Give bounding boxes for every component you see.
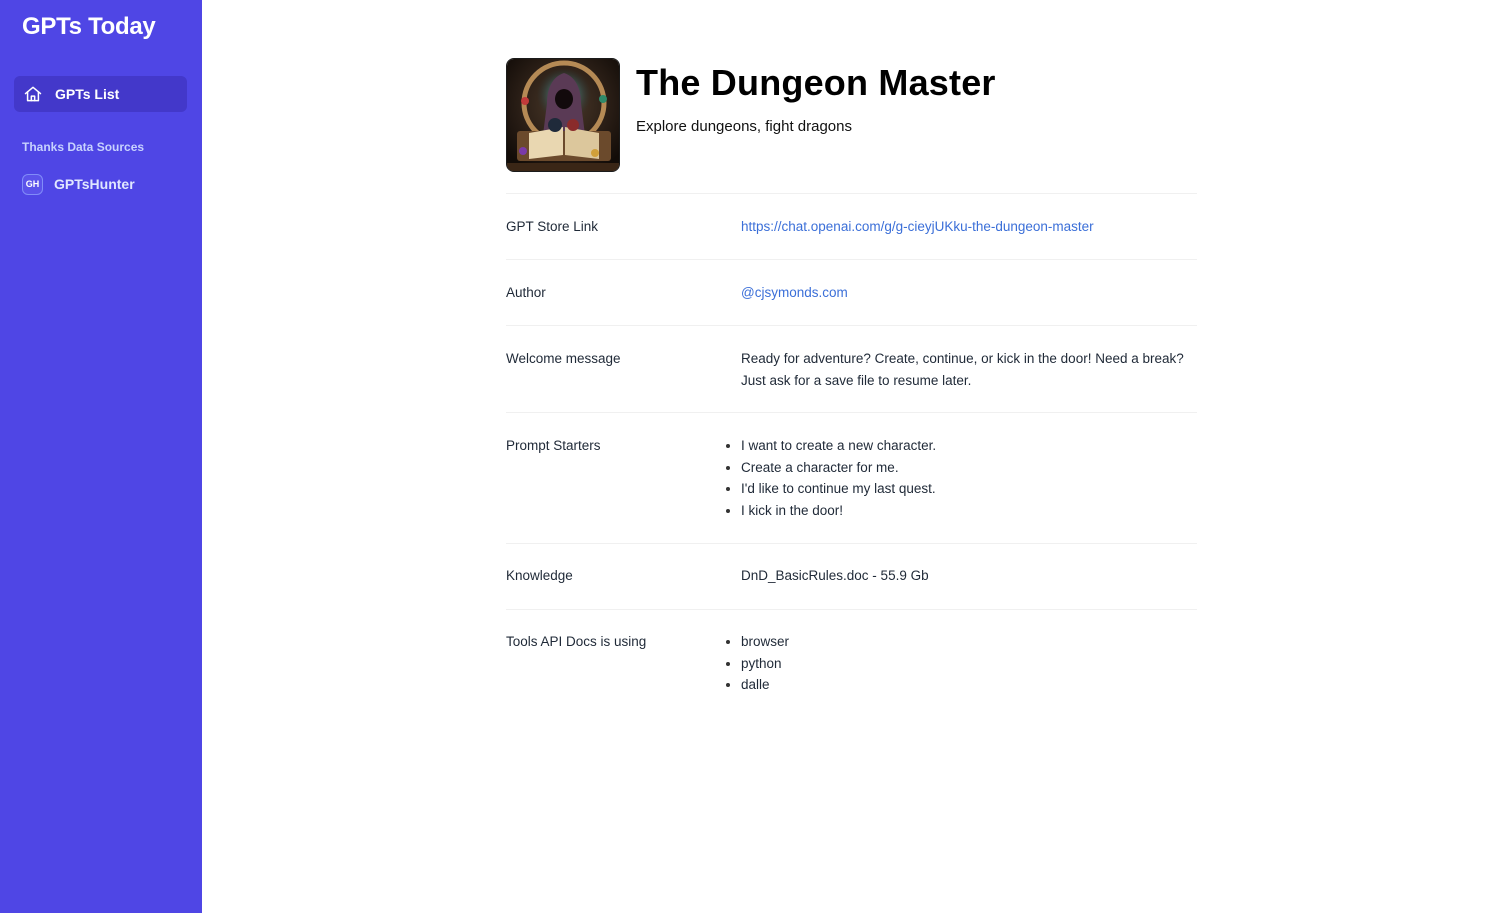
author-label: Author: [506, 285, 546, 300]
detail-row-prompt-starters: Prompt Starters I want to create a new c…: [506, 413, 1197, 544]
welcome-message: Ready for adventure? Create, continue, o…: [741, 351, 1184, 388]
knowledge-label: Knowledge: [506, 568, 573, 583]
home-icon: [24, 86, 42, 102]
prompt-starter-item[interactable]: I want to create a new character.: [726, 435, 1197, 457]
tools-list: browser python dalle: [726, 631, 1197, 696]
prompt-starters-list: I want to create a new character. Create…: [726, 435, 1197, 522]
tool-item: dalle: [726, 674, 1197, 696]
sidebar: GPTs Today GPTs List Thanks Data Sources…: [0, 0, 202, 913]
detail-row-store-link: GPT Store Link https://chat.openai.com/g…: [506, 194, 1197, 260]
detail-row-knowledge: Knowledge DnD_BasicRules.doc - 55.9 Gb: [506, 544, 1197, 610]
brand-title[interactable]: GPTs Today: [22, 13, 156, 41]
gpt-description: Explore dungeons, fight dragons: [636, 118, 852, 135]
source-item-gptshunter[interactable]: GH GPTsHunter: [22, 173, 135, 195]
tools-label: Tools API Docs is using: [506, 634, 647, 649]
store-link[interactable]: https://chat.openai.com/g/g-cieyjUKku-th…: [741, 219, 1094, 234]
gpt-title-block: The Dungeon Master Explore dungeons, fig…: [636, 62, 996, 135]
gpt-avatar: [506, 58, 620, 172]
prompt-starter-item[interactable]: I kick in the door!: [726, 500, 1197, 522]
nav-item-label: GPTs List: [55, 86, 120, 102]
detail-row-welcome: Welcome message Ready for adventure? Cre…: [506, 326, 1197, 413]
gpt-detail: The Dungeon Master Explore dungeons, fig…: [506, 58, 1197, 696]
detail-row-tools: Tools API Docs is using browser python d…: [506, 610, 1197, 696]
gpt-title: The Dungeon Master: [636, 62, 996, 103]
prompt-starter-item[interactable]: I'd like to continue my last quest.: [726, 478, 1197, 500]
detail-row-author: Author @cjsymonds.com: [506, 260, 1197, 326]
nav-item-gpts-list[interactable]: GPTs List: [14, 76, 187, 112]
tool-item: browser: [726, 631, 1197, 653]
tool-item: python: [726, 653, 1197, 675]
source-badge: GH: [22, 173, 43, 195]
gpt-header: The Dungeon Master Explore dungeons, fig…: [506, 58, 1197, 194]
store-link-label: GPT Store Link: [506, 219, 599, 234]
prompt-starters-label: Prompt Starters: [506, 438, 601, 453]
knowledge-file: DnD_BasicRules.doc - 55.9 Gb: [741, 568, 929, 583]
source-label: GPTsHunter: [54, 176, 135, 192]
welcome-label: Welcome message: [506, 351, 621, 366]
author-link[interactable]: @cjsymonds.com: [741, 285, 848, 300]
prompt-starter-item[interactable]: Create a character for me.: [726, 457, 1197, 479]
data-sources-heading: Thanks Data Sources: [22, 140, 145, 154]
